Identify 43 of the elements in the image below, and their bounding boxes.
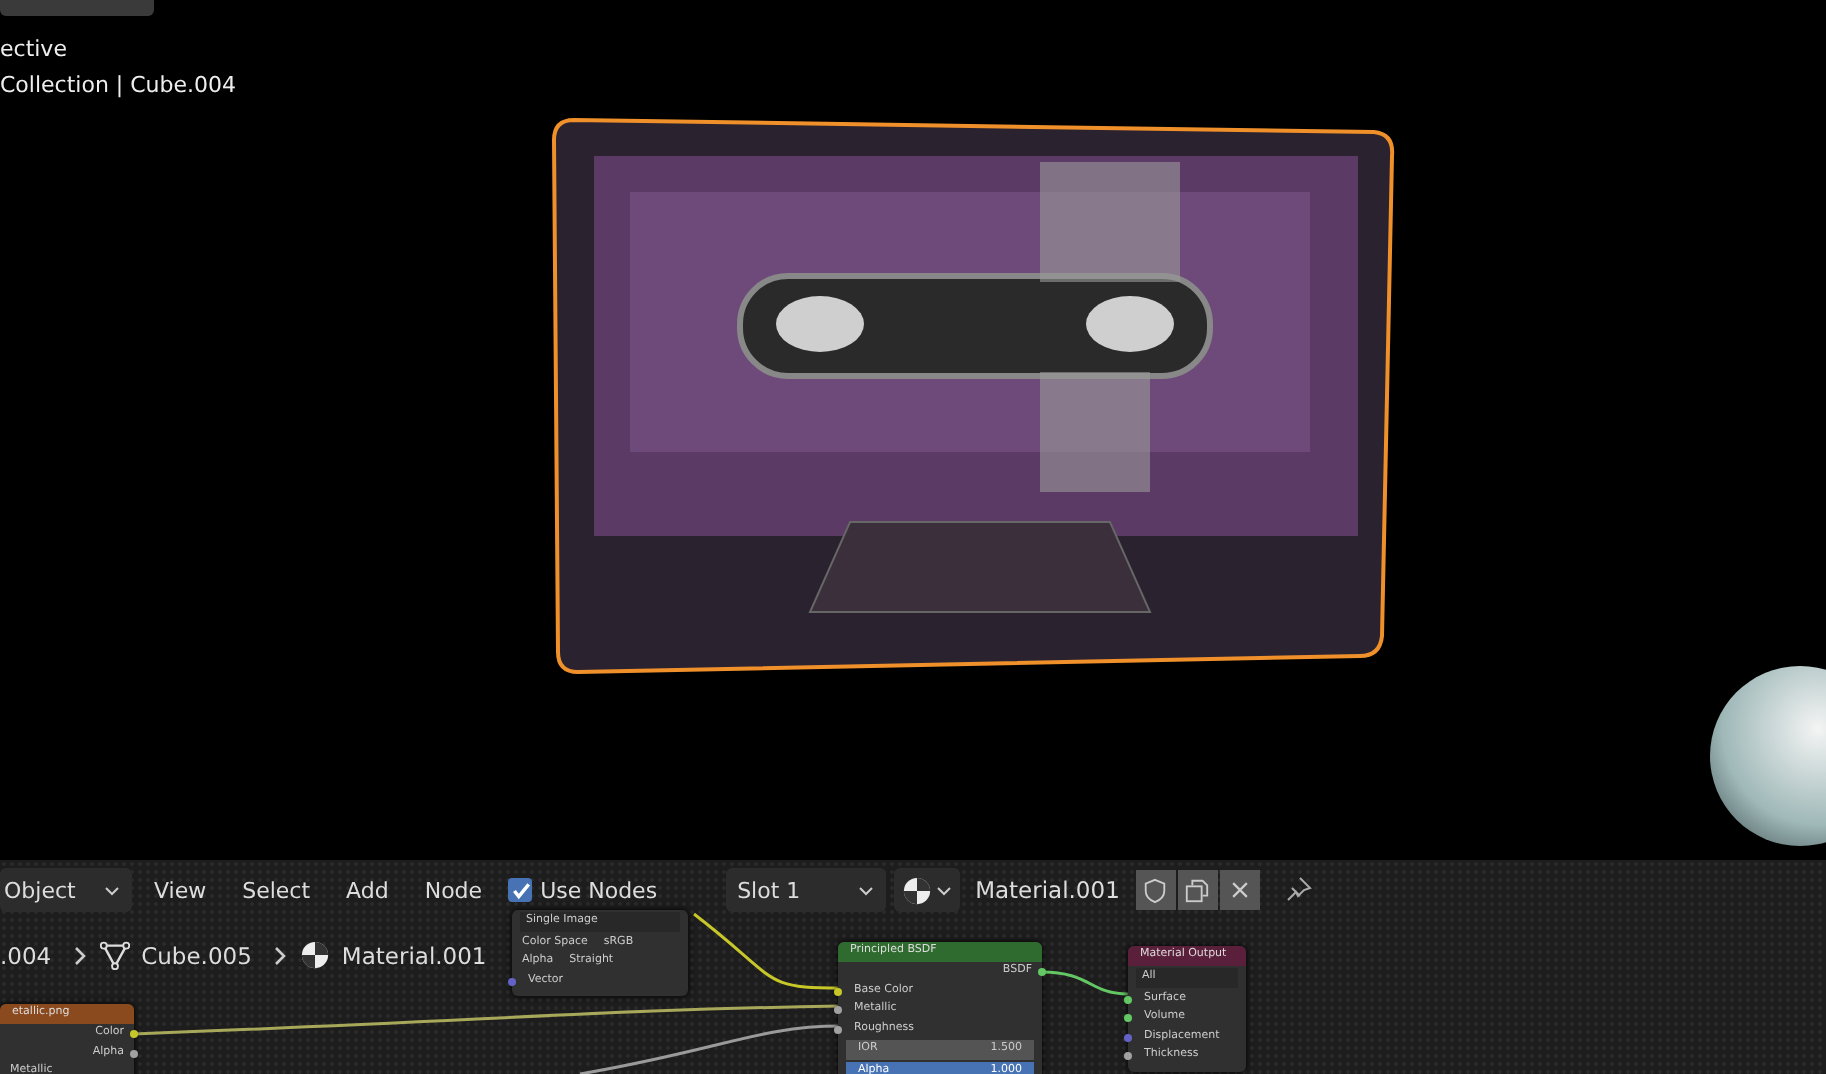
chevron-icon: [71, 943, 88, 967]
socket-icon[interactable]: [1124, 995, 1132, 1003]
socket-icon[interactable]: [834, 987, 842, 995]
material-browse-button[interactable]: [893, 868, 960, 912]
close-button[interactable]: [1219, 870, 1260, 910]
breadcrumb-item[interactable]: Material.001: [341, 941, 487, 969]
socket-icon[interactable]: [1124, 1014, 1132, 1022]
socket-icon[interactable]: [1038, 968, 1046, 976]
duplicate-button[interactable]: [1177, 870, 1218, 910]
node-link: [1041, 970, 1129, 996]
menu-item[interactable]: View: [140, 868, 221, 912]
node-canvas[interactable]: [0, 860, 1826, 1074]
close-icon: [1227, 878, 1252, 902]
socket-icon[interactable]: [130, 1030, 138, 1038]
viewport-context-text: Collection | Cube.004: [0, 72, 237, 98]
material-name-field[interactable]: Material.001: [975, 876, 1120, 904]
socket-icon[interactable]: [834, 1006, 842, 1014]
material-sphere-icon: [299, 940, 330, 970]
chevron-icon: [271, 943, 288, 967]
breadcrumb-item[interactable]: .004: [0, 941, 52, 969]
mesh-icon: [99, 940, 130, 970]
breadcrumb-item[interactable]: Cube.005: [141, 941, 252, 969]
caret-icon: [104, 885, 120, 895]
copy-icon: [1184, 877, 1211, 903]
viewport-mode-text: ective: [0, 36, 67, 62]
shield-icon: [1142, 877, 1169, 903]
material-sphere-icon: [901, 875, 932, 905]
caret-icon: [857, 885, 874, 895]
slot-dropdown[interactable]: Slot 1: [725, 868, 886, 912]
pin-icon[interactable]: [1283, 876, 1312, 904]
menu-item[interactable]: Node: [410, 868, 497, 912]
socket-icon[interactable]: [834, 1025, 842, 1033]
socket-icon[interactable]: [1124, 1052, 1132, 1060]
menu-item[interactable]: Select: [228, 868, 325, 912]
caret-icon: [935, 885, 952, 895]
fake-user-button[interactable]: [1135, 870, 1176, 910]
use-nodes-checkbox[interactable]: Use Nodes: [508, 877, 658, 903]
socket-icon[interactable]: [130, 1049, 138, 1057]
socket-icon[interactable]: [1124, 1033, 1132, 1041]
editor-type-dropdown[interactable]: Object: [0, 868, 132, 912]
menu-item[interactable]: Add: [332, 868, 403, 912]
socket-icon[interactable]: [508, 977, 516, 985]
checkmark-icon: [509, 879, 532, 901]
